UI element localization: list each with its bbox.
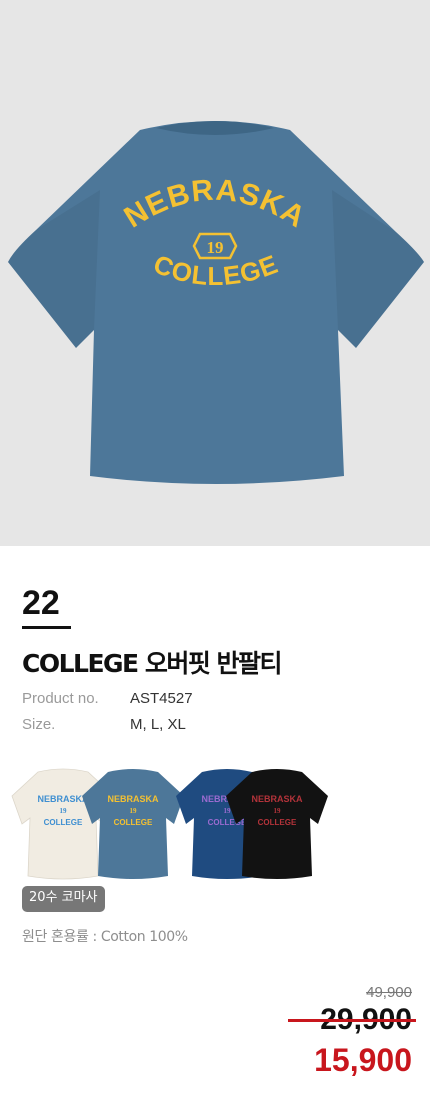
variant-print-bottom: COLLEGE	[258, 818, 297, 827]
color-variants-illustration: NEBRASKA 19 COLLEGE NEBRASKA 19 COLLEGE NEBRAS…	[11, 768, 328, 880]
product-number: 22	[22, 584, 60, 622]
variant-print-badge: 19	[60, 807, 68, 815]
variant-print-badge: 19	[274, 807, 282, 815]
original-price: 49,900	[366, 984, 412, 1001]
spec-label-size: Size.	[22, 716, 56, 733]
variant-print-top: NEBRASKA	[37, 794, 89, 804]
tshirt-back-illustration: NEBRASKA 19 COLLEGE	[8, 121, 424, 484]
product-number-underline	[22, 626, 71, 629]
variant-print-top: NEBRASKA	[251, 794, 303, 804]
fabric-composition: 원단 혼용률 : Cotton 100%	[22, 929, 188, 945]
sale-price: 15,900	[314, 1042, 412, 1078]
spec-value-product-no: AST4527	[130, 690, 193, 707]
variant-print-badge: 19	[224, 807, 232, 815]
spec-value-size: M, L, XL	[130, 716, 186, 733]
product-title: COLLEGE 오버핏 반팔티	[22, 649, 283, 678]
color-variants: NEBRASKA 19 COLLEGE NEBRASKA 19 COLLEGE NEBRAS…	[0, 762, 430, 882]
product-hero-image: NEBRASKA 19 COLLEGE	[0, 0, 430, 546]
previous-price-strike	[288, 1019, 416, 1022]
spec-label-product-no: Product no.	[22, 690, 99, 707]
variant-print-badge: 19	[130, 807, 138, 815]
yarn-badge: 20수 코마사	[22, 886, 105, 912]
print-badge-text: 19	[207, 238, 224, 257]
variant-print-bottom: COLLEGE	[44, 818, 83, 827]
variant-print-bottom: COLLEGE	[114, 818, 153, 827]
variant-print-top: NEBRASKA	[107, 794, 159, 804]
